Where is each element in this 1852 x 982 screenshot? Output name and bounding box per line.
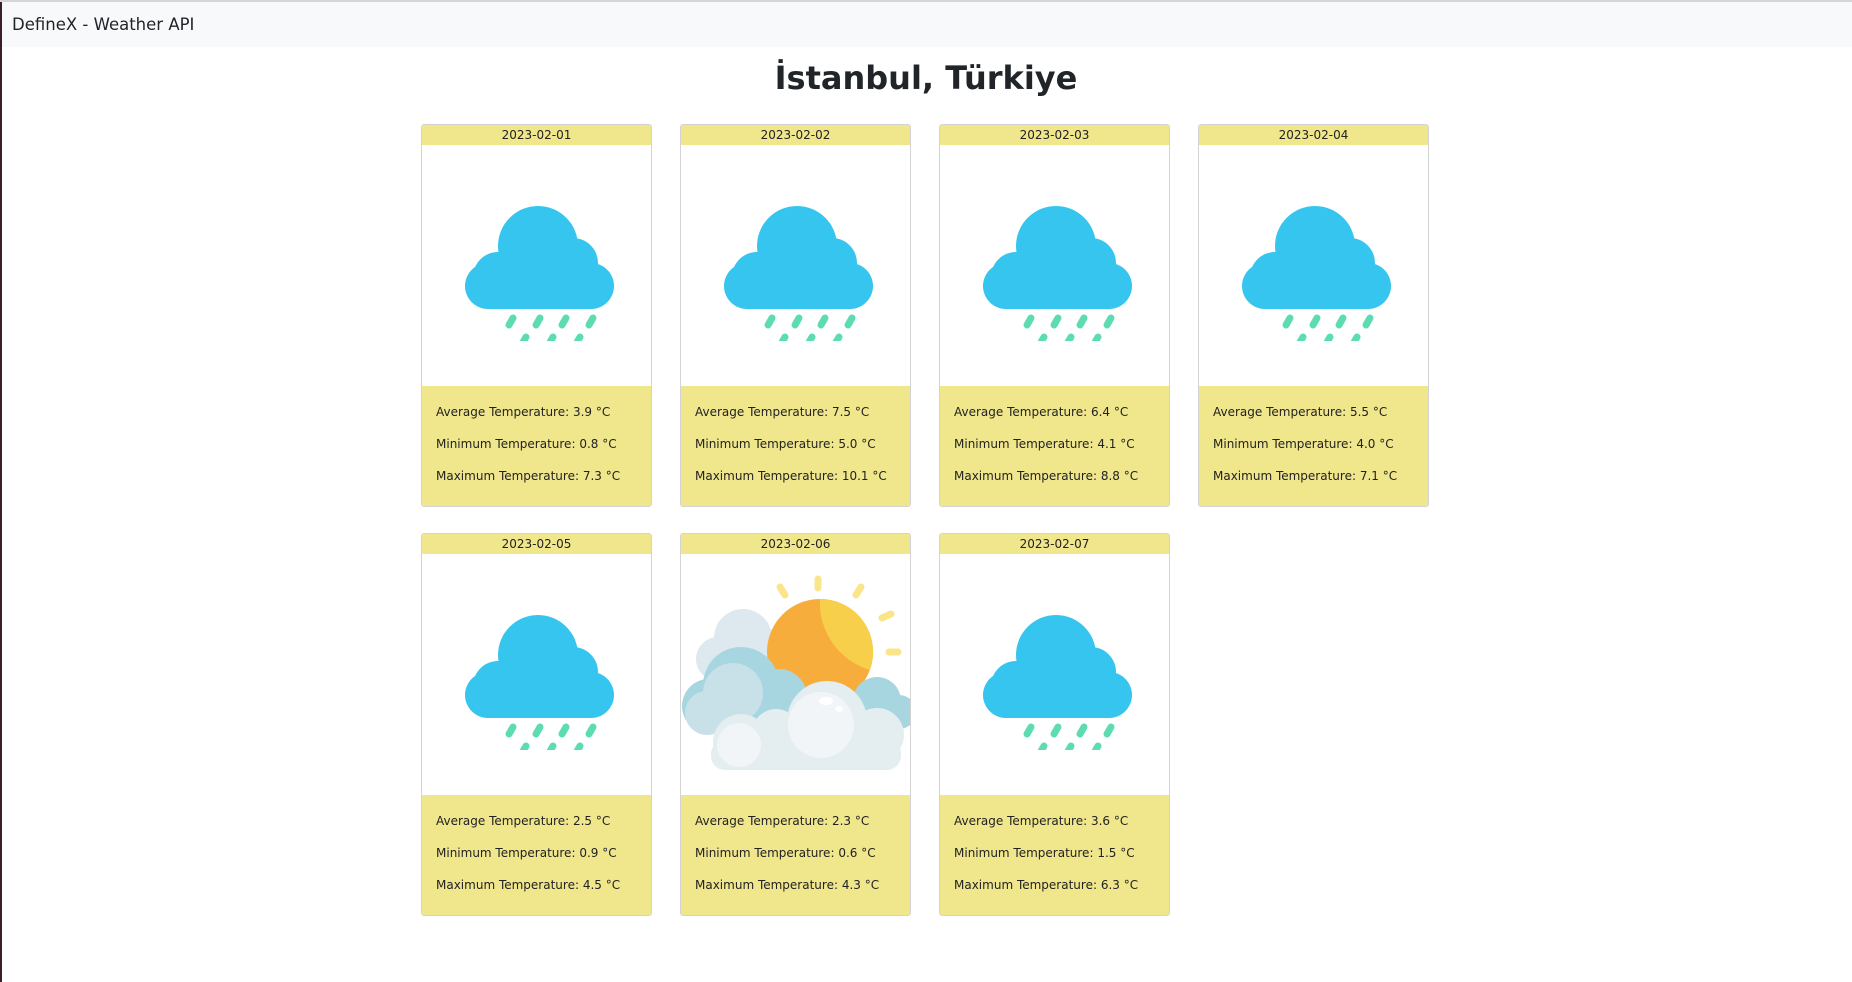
card-body: Average Temperature: 7.5 °C Minimum Temp…	[681, 386, 910, 506]
min-temp-row: Minimum Temperature: 0.6 °C	[695, 841, 910, 873]
min-temp-label: Minimum Temperature:	[954, 846, 1094, 860]
card-date: 2023-02-07	[940, 534, 1169, 554]
min-temp-label: Minimum Temperature:	[695, 437, 835, 451]
min-temp-row: Minimum Temperature: 5.0 °C	[695, 432, 910, 464]
min-temp-row: Minimum Temperature: 0.8 °C	[436, 432, 651, 464]
max-temp-value: 8.8 °C	[1100, 469, 1139, 483]
max-temp-value: 6.3 °C	[1100, 878, 1139, 892]
avg-temp-row: Average Temperature: 7.5 °C	[695, 400, 910, 432]
max-temp-label: Maximum Temperature:	[954, 469, 1097, 483]
card-body: Average Temperature: 6.4 °C Minimum Temp…	[940, 386, 1169, 506]
navbar-brand[interactable]: DefineX - Weather API	[12, 15, 194, 34]
card-body: Average Temperature: 2.5 °C Minimum Temp…	[422, 795, 651, 915]
min-temp-row: Minimum Temperature: 0.9 °C	[436, 841, 651, 873]
avg-temp-row: Average Temperature: 3.9 °C	[436, 400, 651, 432]
card-body: Average Temperature: 3.6 °C Minimum Temp…	[940, 795, 1169, 915]
rain-cloud-icon	[940, 145, 1169, 386]
avg-temp-row: Average Temperature: 5.5 °C	[1213, 400, 1428, 432]
forecast-card: 2023-02-07 Average Temperature: 3.6 °C M…	[939, 533, 1170, 916]
avg-temp-value: 6.4 °C	[1090, 405, 1129, 419]
avg-temp-row: Average Temperature: 2.3 °C	[695, 809, 910, 841]
max-temp-label: Maximum Temperature:	[695, 469, 838, 483]
max-temp-row: Maximum Temperature: 8.8 °C	[954, 464, 1169, 496]
rain-cloud-icon	[422, 145, 651, 386]
card-date: 2023-02-06	[681, 534, 910, 554]
avg-temp-label: Average Temperature:	[695, 405, 829, 419]
min-temp-label: Minimum Temperature:	[436, 846, 576, 860]
min-temp-value: 0.6 °C	[838, 846, 876, 860]
max-temp-value: 4.3 °C	[841, 878, 880, 892]
avg-temp-row: Average Temperature: 6.4 °C	[954, 400, 1169, 432]
window-edge	[0, 0, 2, 982]
avg-temp-label: Average Temperature:	[1213, 405, 1347, 419]
max-temp-value: 7.1 °C	[1359, 469, 1398, 483]
avg-temp-label: Average Temperature:	[436, 405, 570, 419]
partly-cloudy-icon	[681, 554, 910, 795]
forecast-card: 2023-02-02 Average Temperature: 7.5 °C M…	[680, 124, 911, 507]
forecast-card: 2023-02-01 Average Temperature: 3.9 °C M…	[421, 124, 652, 507]
max-temp-value: 10.1 °C	[841, 469, 887, 483]
max-temp-row: Maximum Temperature: 7.1 °C	[1213, 464, 1428, 496]
avg-temp-value: 5.5 °C	[1349, 405, 1388, 419]
max-temp-label: Maximum Temperature:	[695, 878, 838, 892]
min-temp-label: Minimum Temperature:	[954, 437, 1094, 451]
min-temp-label: Minimum Temperature:	[436, 437, 576, 451]
min-temp-value: 5.0 °C	[838, 437, 876, 451]
page-title: İstanbul, Türkiye	[774, 59, 1078, 97]
avg-temp-label: Average Temperature:	[954, 405, 1088, 419]
navbar: DefineX - Weather API	[2, 2, 1852, 47]
card-body: Average Temperature: 2.3 °C Minimum Temp…	[681, 795, 910, 915]
max-temp-row: Maximum Temperature: 7.3 °C	[436, 464, 651, 496]
card-date: 2023-02-03	[940, 125, 1169, 145]
avg-temp-label: Average Temperature:	[954, 814, 1088, 828]
min-temp-value: 0.8 °C	[579, 437, 617, 451]
max-temp-label: Maximum Temperature:	[954, 878, 1097, 892]
avg-temp-value: 2.5 °C	[572, 814, 611, 828]
avg-temp-value: 2.3 °C	[831, 814, 870, 828]
avg-temp-label: Average Temperature:	[436, 814, 570, 828]
min-temp-value: 4.0 °C	[1356, 437, 1394, 451]
card-date: 2023-02-02	[681, 125, 910, 145]
min-temp-value: 4.1 °C	[1097, 437, 1135, 451]
forecast-card: 2023-02-03 Average Temperature: 6.4 °C M…	[939, 124, 1170, 507]
avg-temp-label: Average Temperature:	[695, 814, 829, 828]
min-temp-value: 1.5 °C	[1097, 846, 1135, 860]
min-temp-row: Minimum Temperature: 1.5 °C	[954, 841, 1169, 873]
max-temp-label: Maximum Temperature:	[436, 469, 579, 483]
avg-temp-row: Average Temperature: 3.6 °C	[954, 809, 1169, 841]
forecast-grid: 2023-02-01 Average Temperature: 3.9 °C M…	[421, 124, 1431, 916]
forecast-card: 2023-02-06 Average Temperature: 2.3 °C M…	[680, 533, 911, 916]
avg-temp-row: Average Temperature: 2.5 °C	[436, 809, 651, 841]
card-date: 2023-02-04	[1199, 125, 1428, 145]
max-temp-value: 7.3 °C	[582, 469, 621, 483]
max-temp-row: Maximum Temperature: 4.3 °C	[695, 873, 910, 905]
max-temp-label: Maximum Temperature:	[1213, 469, 1356, 483]
max-temp-label: Maximum Temperature:	[436, 878, 579, 892]
forecast-card: 2023-02-05 Average Temperature: 2.5 °C M…	[421, 533, 652, 916]
max-temp-row: Maximum Temperature: 10.1 °C	[695, 464, 910, 496]
max-temp-row: Maximum Temperature: 4.5 °C	[436, 873, 651, 905]
rain-cloud-icon	[1199, 145, 1428, 386]
forecast-card: 2023-02-04 Average Temperature: 5.5 °C M…	[1198, 124, 1429, 507]
min-temp-label: Minimum Temperature:	[1213, 437, 1353, 451]
max-temp-value: 4.5 °C	[582, 878, 621, 892]
card-date: 2023-02-01	[422, 125, 651, 145]
min-temp-row: Minimum Temperature: 4.1 °C	[954, 432, 1169, 464]
min-temp-label: Minimum Temperature:	[695, 846, 835, 860]
rain-cloud-icon	[422, 554, 651, 795]
rain-cloud-icon	[681, 145, 910, 386]
avg-temp-value: 7.5 °C	[831, 405, 870, 419]
avg-temp-value: 3.9 °C	[572, 405, 611, 419]
rain-cloud-icon	[940, 554, 1169, 795]
card-body: Average Temperature: 3.9 °C Minimum Temp…	[422, 386, 651, 506]
card-date: 2023-02-05	[422, 534, 651, 554]
avg-temp-value: 3.6 °C	[1090, 814, 1129, 828]
min-temp-value: 0.9 °C	[579, 846, 617, 860]
card-body: Average Temperature: 5.5 °C Minimum Temp…	[1199, 386, 1428, 506]
max-temp-row: Maximum Temperature: 6.3 °C	[954, 873, 1169, 905]
min-temp-row: Minimum Temperature: 4.0 °C	[1213, 432, 1428, 464]
